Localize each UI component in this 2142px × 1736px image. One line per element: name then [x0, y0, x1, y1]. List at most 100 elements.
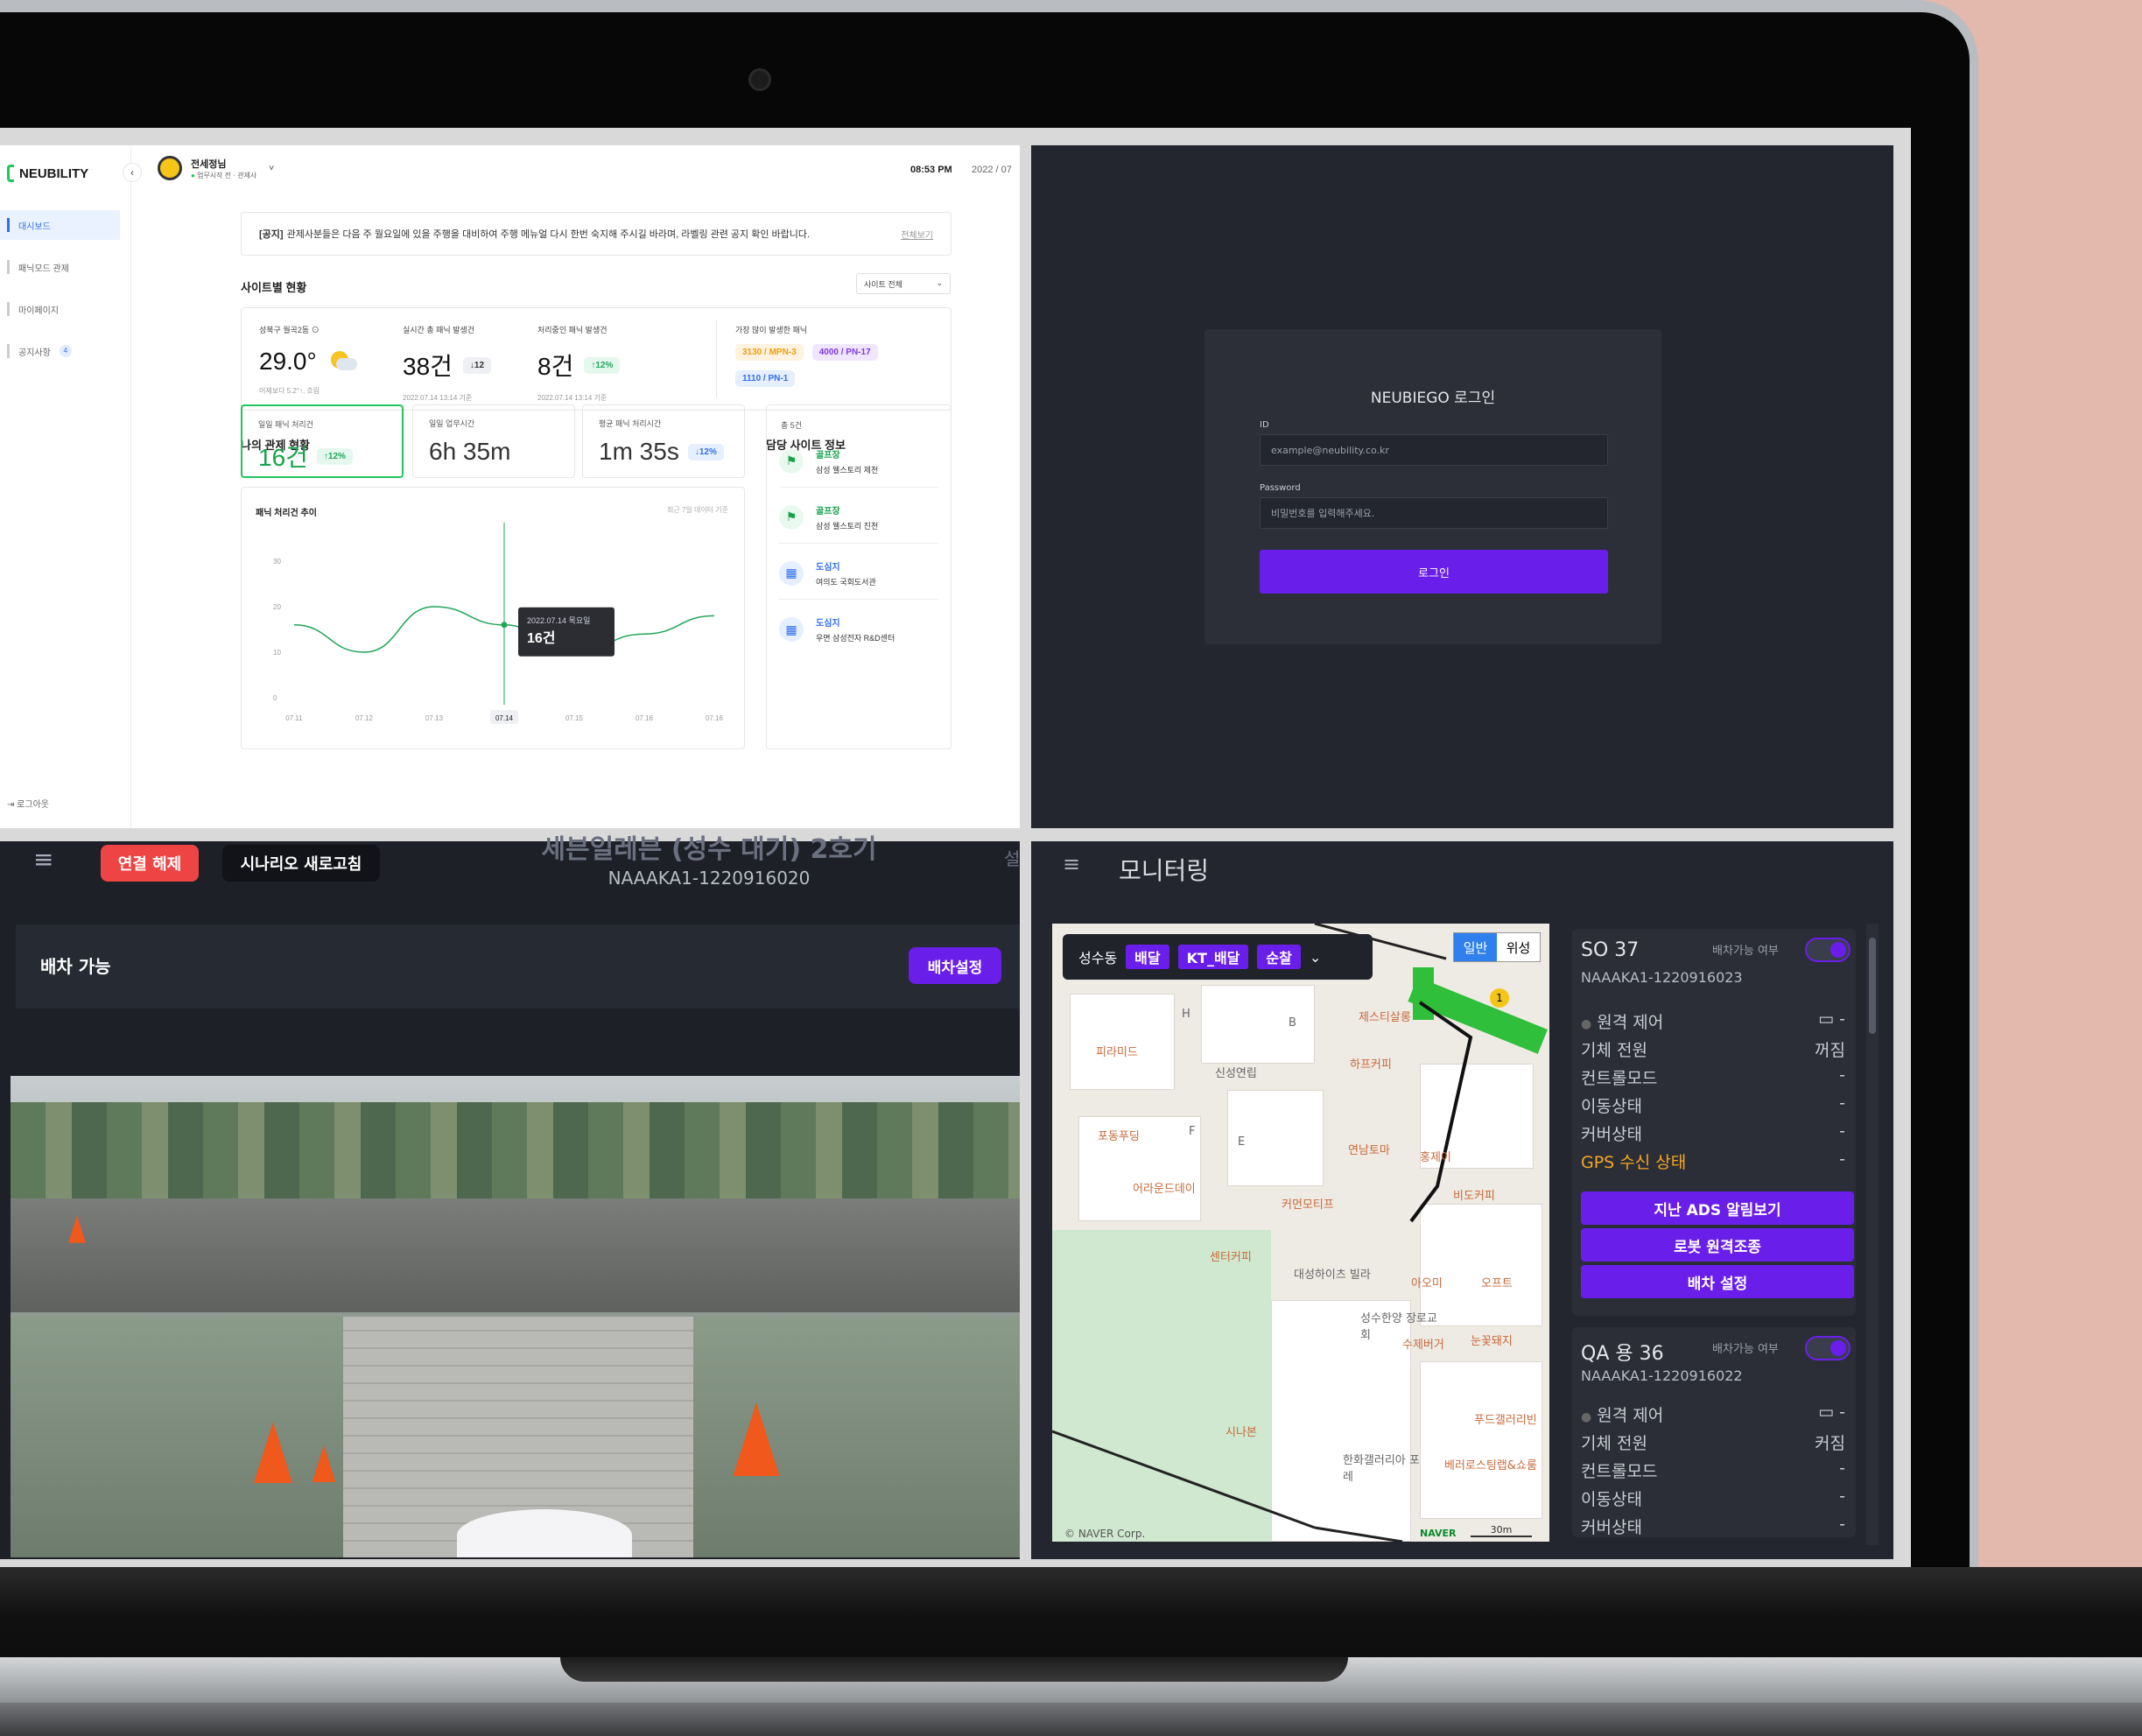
map-poi: 오프트: [1481, 1277, 1513, 1290]
dispatch-settings-button[interactable]: 배차 설정: [1581, 1265, 1854, 1298]
user-menu[interactable]: 전세정님 ● 업무시작 전 · 관제사 ˅: [158, 156, 274, 180]
site-name: 우면 삼성전자 R&D센터: [816, 634, 895, 643]
traffic-cone: [68, 1215, 86, 1243]
ads-alerts-button[interactable]: 지난 ADS 알림보기: [1581, 1191, 1854, 1225]
sidebar-item-notice[interactable]: 공지사항 4: [0, 336, 120, 366]
sidebar-item-label: 마이페이지: [18, 306, 59, 316]
map-poi: 연남토마: [1348, 1144, 1390, 1157]
traffic-cone: [254, 1422, 292, 1483]
site-row[interactable]: ▦ 도심지 우면 삼성전자 R&D센터: [779, 603, 938, 656]
map-poi: 수제버거: [1402, 1339, 1444, 1352]
map-poi: 하프커피: [1350, 1058, 1392, 1072]
item-indicator: [7, 344, 10, 358]
disconnect-button[interactable]: 연결 해제: [101, 845, 199, 882]
panic-trend-chart: 0 10 20 30 07.11 07.12 07.13 07.14 07.15 07.16 07.…: [273, 523, 724, 724]
map-tag[interactable]: 배달: [1126, 945, 1169, 969]
map-area-label: 성수동: [1078, 950, 1118, 966]
robot-id: NAAAKA1-1220916022: [1581, 1367, 1743, 1384]
map-type-satellite[interactable]: 위성: [1497, 933, 1540, 961]
password-label: Password: [1260, 483, 1301, 493]
kpi-label: 일일 패닉 처리건: [258, 420, 313, 429]
dispatch-available-toggle[interactable]: [1805, 1336, 1851, 1360]
panic-total-change-badge: ↓12: [462, 356, 492, 374]
robot-prop: 기체 전원 꺼짐: [1581, 1037, 1856, 1061]
site-row[interactable]: ⚑ 골프장 삼성 웰스토리 진천: [779, 491, 938, 544]
sidebar-item-panic-mode[interactable]: 패닉모드 관제: [0, 252, 120, 282]
kpi-daily-panic[interactable]: 일일 패닉 처리건 16건 ↑12%: [241, 404, 404, 478]
map-poi: 포동푸딩: [1098, 1130, 1140, 1143]
map-poi: 피라미드: [1096, 1046, 1138, 1059]
logo[interactable]: NEUBILITY: [7, 165, 88, 182]
chevron-down-icon: ⌄: [936, 278, 943, 287]
map-poi: B: [1289, 1016, 1296, 1030]
x-tick-label: 07.15: [565, 714, 584, 722]
kpi-label: 평균 패닉 처리시간: [599, 419, 662, 428]
map-poi: 어라운드데이: [1133, 1183, 1196, 1196]
sidebar-item-mypage[interactable]: 마이페이지: [0, 294, 120, 324]
panic-code-chip: 4000 / PN-17: [811, 344, 878, 361]
robot-name: QA 용 36: [1581, 1343, 1664, 1365]
traffic-cone: [733, 1402, 780, 1476]
sidebar-collapse-button[interactable]: ‹: [123, 163, 142, 182]
map-view[interactable]: 피라미드 신성연립 하프커피 제스티살롱 포동푸딩 어라운드데이 연남토마 홍제…: [1052, 924, 1549, 1542]
kpi-work-time[interactable]: 일일 업무시간 6h 35m: [412, 404, 575, 478]
x-tick-label: 07.16: [706, 714, 724, 722]
notice-more-link[interactable]: 전체보기: [901, 228, 933, 241]
chevron-down-icon[interactable]: ˅: [269, 164, 274, 173]
site-select[interactable]: 사이트 전체 ⌄: [856, 273, 951, 294]
item-indicator: [7, 302, 10, 316]
current-time: 08:53 PM: [910, 165, 952, 175]
site-row[interactable]: ⚑ 골프장 삼성 웰스토리 제천: [779, 435, 938, 488]
map-poi: 시나본: [1226, 1426, 1257, 1439]
status-dot-icon: ●: [191, 171, 195, 179]
menu-icon[interactable]: ≡: [1063, 852, 1080, 876]
sidebar-item-label: 공지사항: [18, 348, 51, 358]
site-type: 골프장: [816, 450, 840, 460]
building-icon: ▦: [779, 617, 804, 642]
x-tick-label: 07.11: [285, 714, 303, 722]
panic-trend-card: 패닉 처리건 추이 최근 7일 데이터 기준 0 10 20 30 07.11 07.12…: [241, 487, 745, 749]
dispatch-available-toggle[interactable]: [1805, 938, 1851, 962]
laptop-bottom: [0, 1703, 2142, 1736]
prop-value: ▭ -: [1818, 1402, 1845, 1422]
panic-code-chip: 3130 / MPN-3: [735, 344, 804, 361]
prop-value: -: [1839, 1093, 1845, 1113]
map-poi: 홍제이: [1420, 1151, 1451, 1164]
id-input[interactable]: example@neubility.co.kr: [1260, 434, 1608, 466]
panic-total-value: 38건: [403, 353, 453, 380]
prop-value: -: [1839, 1486, 1845, 1506]
weather-value: 29.0°: [259, 348, 317, 375]
most-panic-label: 가장 많이 발생한 패닉: [735, 326, 808, 334]
building-icon: ▦: [779, 560, 804, 586]
robot-prop: 이동상태 -: [1581, 1093, 1845, 1116]
map-marker[interactable]: 1: [1490, 988, 1509, 1008]
site-row[interactable]: ▦ 도심지 여의도 국회도서관: [779, 547, 938, 600]
panic-handling-change-badge: ↑12%: [584, 356, 621, 374]
sidebar-item-dashboard[interactable]: 대시보드: [0, 210, 120, 240]
kpi-avg-time[interactable]: 평균 패닉 처리시간 1m 35s ↓12%: [582, 404, 745, 478]
weather-label: 성북구 월곡2동 ⊙: [259, 326, 320, 334]
flag-icon: ⚑: [779, 448, 804, 474]
weather-stat: 성북구 월곡2동 ⊙ 29.0° 어제보다 5.2°↑, 흐림: [259, 324, 357, 396]
map-tag[interactable]: KT_배달: [1177, 945, 1249, 969]
map-tag[interactable]: 순찰: [1257, 945, 1301, 969]
dispatch-settings-button[interactable]: 배차설정: [909, 947, 1001, 984]
map-poi: 한화갤러리아 포레: [1343, 1454, 1420, 1484]
logout-icon: ⇥: [7, 800, 15, 810]
logout-button[interactable]: ⇥ 로그아웃: [7, 797, 49, 810]
chevron-down-icon[interactable]: ⌄: [1310, 949, 1321, 966]
panic-code-chip: 1110 / PN-1: [735, 370, 796, 387]
remote-control-button[interactable]: 로봇 원격조종: [1581, 1228, 1854, 1262]
map-type-normal[interactable]: 일반: [1454, 933, 1497, 961]
login-button[interactable]: 로그인: [1260, 550, 1608, 594]
site-status-card: 성북구 월곡2동 ⊙ 29.0° 어제보다 5.2°↑, 흐림 실시간 총 패닉…: [241, 307, 952, 411]
scrollbar-thumb[interactable]: [1869, 938, 1876, 1034]
y-tick-label: 20: [273, 603, 281, 611]
refresh-scenario-button[interactable]: 시나리오 새로고침: [222, 845, 380, 882]
kpi-value: 1m 35s: [599, 438, 679, 465]
prop-value: ▭ -: [1818, 1009, 1845, 1029]
menu-icon[interactable]: ≡: [33, 845, 53, 874]
map-filter-bar[interactable]: 성수동 배달 KT_배달 순찰 ⌄: [1063, 934, 1373, 980]
password-input[interactable]: 비밀번호를 입력해주세요.: [1260, 497, 1608, 529]
map-type-toggle[interactable]: 일반 위성: [1453, 932, 1541, 962]
